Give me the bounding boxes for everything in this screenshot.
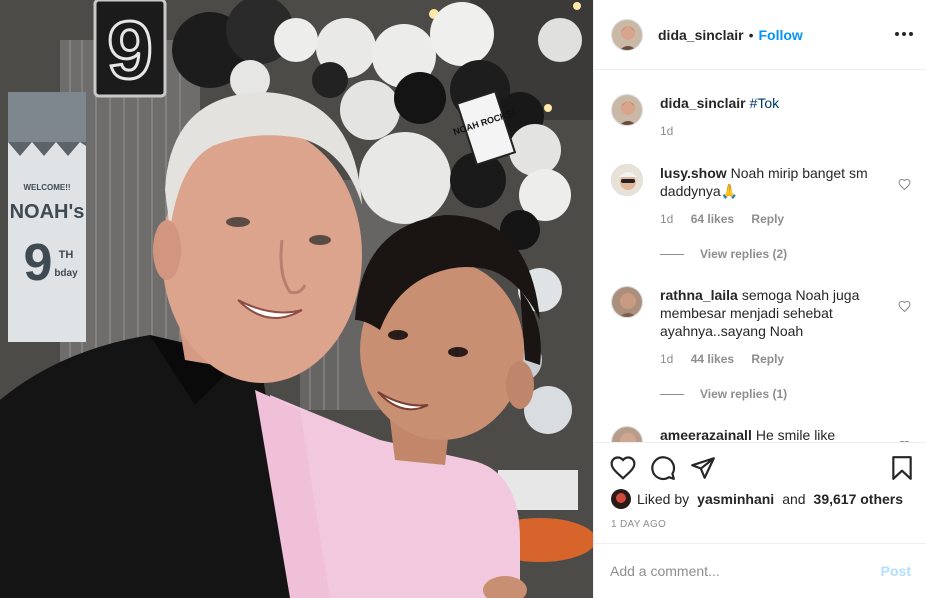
caption-age[interactable]: 1d (660, 124, 673, 138)
comments-list[interactable]: dida_sinclair #Tok 1d lusy.show Noah mirip… (594, 70, 926, 442)
heart-icon[interactable] (898, 178, 911, 190)
comment-username[interactable]: lusy.show (660, 165, 727, 181)
header-separator: • (748, 26, 754, 43)
caption-username[interactable]: dida_sinclair (660, 95, 746, 111)
comment-username[interactable]: rathna_laila (660, 287, 738, 303)
comment-likes[interactable]: 64 likes (691, 212, 734, 226)
commenter-avatar[interactable] (611, 164, 643, 196)
banner-welcome: WELCOME!! (23, 183, 70, 192)
post-timestamp[interactable]: 1 DAY AGO (611, 519, 666, 530)
view-replies-label[interactable]: View replies (1) (700, 387, 787, 401)
replies-divider (660, 253, 684, 255)
banner-th: TH (59, 249, 74, 261)
bookmark-icon[interactable] (889, 455, 915, 481)
author-avatar[interactable] (611, 18, 643, 51)
comment-username[interactable]: ameerazainall (660, 427, 752, 442)
caption-hashtag[interactable]: #Tok (750, 95, 780, 111)
banner-number: 9 (24, 234, 53, 292)
post-caption: dida_sinclair #Tok 1d (611, 94, 911, 144)
liker-avatar[interactable] (611, 489, 631, 509)
heart-icon[interactable] (898, 300, 911, 312)
comment-text: He smile like (755, 427, 836, 442)
number-nine-sign: 9 (93, 0, 167, 98)
post-side-panel: dida_sinclair • Follow dida_sinclair #Tok… (593, 0, 926, 598)
liked-by: Liked by yasminhani and 39,617 others (611, 488, 903, 510)
nine-sign-text: 9 (107, 5, 153, 96)
banner-name: NOAH's (10, 201, 85, 223)
view-replies-button[interactable]: View replies (2) (660, 247, 787, 261)
replies-divider (660, 393, 684, 395)
commenter-avatar[interactable] (611, 426, 643, 442)
photo-scene: 9 WELCOME!! NOAH's 9 TH bday NOAH ROCKS! (0, 0, 593, 598)
add-comment-bar: Post (594, 543, 926, 598)
liked-by-user[interactable]: yasminhani (697, 491, 774, 507)
heart-icon[interactable] (610, 455, 636, 481)
follow-button[interactable]: Follow (759, 27, 803, 43)
liked-by-others[interactable]: 39,617 others (814, 491, 904, 507)
author-username[interactable]: dida_sinclair (658, 27, 744, 43)
banner-bday: bday (54, 268, 78, 279)
comment-age[interactable]: 1d (660, 212, 673, 226)
share-icon[interactable] (690, 455, 716, 481)
reply-button[interactable]: Reply (751, 212, 784, 226)
post-comment-button[interactable]: Post (881, 563, 911, 579)
comment-item: ameerazainall He smile like (611, 426, 911, 442)
post-header: dida_sinclair • Follow (594, 0, 926, 70)
post-actions (594, 442, 926, 492)
more-options-icon[interactable] (895, 26, 913, 42)
welcome-banner: WELCOME!! NOAH's 9 TH bday (8, 92, 86, 342)
view-replies-label[interactable]: View replies (2) (700, 247, 787, 261)
caption-avatar[interactable] (611, 94, 643, 126)
comment-input[interactable] (610, 563, 881, 579)
liked-by-joiner: and (782, 491, 806, 507)
post-photo[interactable]: 9 WELCOME!! NOAH's 9 TH bday NOAH ROCKS! (0, 0, 593, 598)
view-replies-button[interactable]: View replies (1) (660, 387, 787, 401)
comment-likes[interactable]: 44 likes (691, 352, 734, 366)
comment-item: rathna_laila semoga Noah juga membesar me… (611, 286, 911, 386)
comment-icon[interactable] (650, 455, 676, 481)
liked-by-prefix: Liked by (637, 491, 690, 507)
reply-button[interactable]: Reply (751, 352, 784, 366)
comment-age[interactable]: 1d (660, 352, 673, 366)
commenter-avatar[interactable] (611, 286, 643, 318)
